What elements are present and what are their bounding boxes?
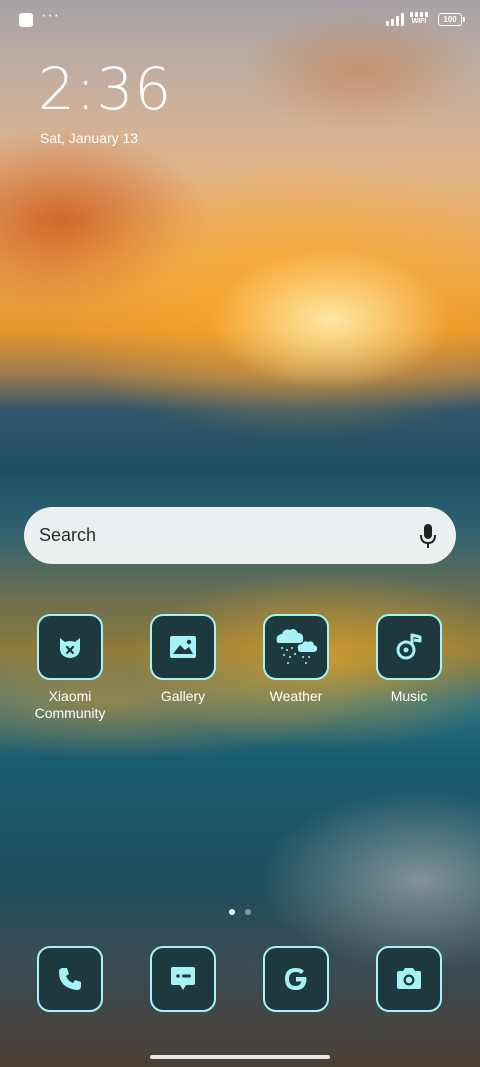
messages-icon[interactable] bbox=[150, 946, 216, 1012]
app-xiaomi-community[interactable]: Xiaomi Community bbox=[14, 614, 126, 722]
app-music[interactable]: Music bbox=[353, 614, 465, 705]
home-screen: ··· WIFI 100 2:36 Sat, January 13 Search bbox=[0, 0, 480, 1067]
page-dot-active bbox=[229, 909, 235, 915]
app-gallery[interactable]: Gallery bbox=[127, 614, 239, 705]
page-indicator bbox=[229, 909, 251, 915]
app-weather[interactable]: Weather bbox=[240, 614, 352, 705]
clock-date[interactable]: Sat, January 13 bbox=[40, 130, 138, 146]
clock-time[interactable]: 2:36 bbox=[38, 56, 172, 122]
battery-icon: 100 bbox=[438, 13, 465, 26]
google-icon[interactable] bbox=[263, 946, 329, 1012]
gallery-icon[interactable] bbox=[150, 614, 216, 680]
notification-square-icon bbox=[19, 13, 33, 27]
weather-icon[interactable] bbox=[263, 614, 329, 680]
home-gesture-bar[interactable] bbox=[150, 1055, 330, 1059]
dock-camera[interactable] bbox=[353, 946, 465, 1012]
app-label: Weather bbox=[269, 688, 323, 704]
dock-google[interactable] bbox=[240, 946, 352, 1012]
dock-phone[interactable] bbox=[14, 946, 126, 1012]
status-icons: WIFI 100 bbox=[386, 12, 465, 26]
microphone-icon[interactable] bbox=[418, 522, 438, 550]
search-placeholder: Search bbox=[39, 525, 97, 545]
cellular-signal-icon bbox=[386, 12, 404, 26]
wifi-icon: WIFI bbox=[410, 12, 428, 26]
dock-messages[interactable] bbox=[127, 946, 239, 1012]
phone-icon[interactable] bbox=[37, 946, 103, 1012]
camera-icon[interactable] bbox=[376, 946, 442, 1012]
xiaomi-community-icon[interactable] bbox=[37, 614, 103, 680]
music-icon[interactable] bbox=[376, 614, 442, 680]
search-bar[interactable]: Search bbox=[24, 507, 456, 564]
wifi-label: WIFI bbox=[411, 18, 427, 25]
app-label: Music bbox=[390, 688, 428, 704]
app-label: Xiaomi Community bbox=[34, 688, 106, 721]
app-label: Gallery bbox=[160, 688, 206, 704]
page-dot bbox=[245, 909, 251, 915]
status-bar: ··· WIFI 100 bbox=[0, 0, 480, 40]
more-notifications-icon: ··· bbox=[41, 7, 60, 24]
